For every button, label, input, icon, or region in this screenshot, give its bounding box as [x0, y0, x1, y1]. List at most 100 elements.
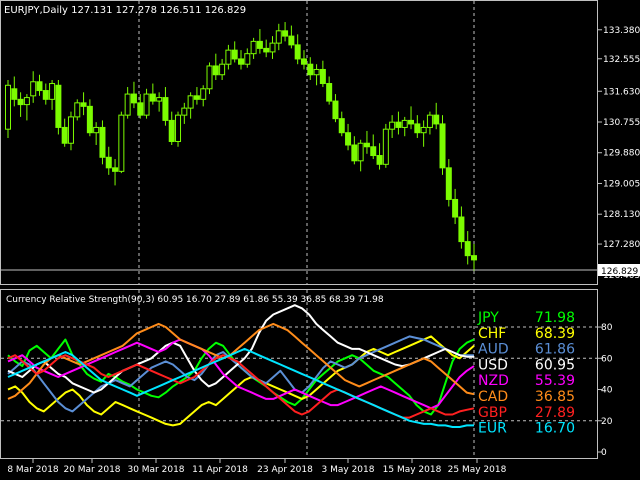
- price-panel[interactable]: EURJPY,Daily 127.131 127.278 126.511 126…: [0, 0, 640, 285]
- legend-value: 68.39: [535, 326, 575, 342]
- candle-body: [5, 84, 11, 130]
- candle-body: [263, 47, 270, 53]
- candle-body: [426, 114, 433, 128]
- candle-body: [357, 142, 364, 162]
- legend-currency: AUD: [478, 342, 509, 358]
- candle-body: [93, 126, 100, 134]
- date-tick-label: 8 Mar 2018: [7, 465, 59, 475]
- candle-body: [99, 126, 106, 158]
- candle-body: [193, 95, 200, 100]
- candle-body: [206, 65, 213, 90]
- price-tick-label: 129.880: [603, 149, 640, 159]
- candle-body: [363, 142, 370, 148]
- candle-body: [370, 146, 377, 157]
- legend-value: 27.89: [535, 405, 575, 421]
- date-tick-label: 30 Mar 2018: [127, 465, 184, 475]
- legend-currency: USD: [478, 357, 508, 373]
- candle-body: [86, 105, 93, 134]
- candle-body: [307, 63, 314, 76]
- legend-currency: EUR: [478, 421, 507, 437]
- candle-body: [389, 121, 396, 130]
- candle-body: [175, 114, 182, 142]
- candle-body: [118, 114, 125, 172]
- candle-body: [225, 49, 232, 65]
- candle-body: [200, 88, 207, 100]
- date-tick-label: 20 Mar 2018: [63, 465, 120, 475]
- candle-body: [80, 102, 87, 107]
- candle-body: [105, 156, 112, 169]
- price-tick-label: 131.630: [603, 87, 640, 97]
- date-tick-label: 25 May 2018: [448, 465, 507, 475]
- date-axis: 8 Mar 2018 20 Mar 2018 30 Mar 2018 11 Apr 2…: [7, 459, 507, 475]
- candle-body: [351, 144, 358, 162]
- last-price-label: 126.829: [601, 267, 638, 277]
- date-tick-label: 23 Apr 2018: [257, 465, 313, 475]
- candle-body: [244, 53, 251, 65]
- price-panel-title: EURJPY,Daily 127.131 127.278 126.511 126…: [4, 5, 246, 16]
- candle-body: [162, 97, 169, 121]
- candle-body: [55, 84, 62, 128]
- legend-currency: GBP: [478, 405, 507, 421]
- legend-value: 71.98: [535, 310, 575, 326]
- candle-body: [231, 49, 238, 60]
- level-tick-label: 40: [601, 386, 613, 396]
- candle-body: [36, 81, 43, 92]
- candle-body: [61, 126, 68, 144]
- candle-body: [464, 241, 471, 257]
- candle-body: [408, 119, 415, 125]
- candle-body: [30, 81, 37, 97]
- candle-body: [67, 116, 74, 144]
- candle-body: [452, 198, 459, 218]
- candle-body: [445, 167, 452, 200]
- candle-body: [212, 65, 219, 76]
- candle-body: [74, 102, 81, 118]
- candle-body: [130, 93, 137, 104]
- price-tick-label: 127.280: [603, 240, 640, 250]
- candle-body: [11, 88, 18, 100]
- candle-body: [288, 35, 295, 46]
- candle-body: [112, 167, 119, 172]
- level-tick-label: 20: [601, 417, 613, 427]
- price-tick-label: 128.130: [603, 210, 640, 220]
- candle-body: [458, 216, 465, 243]
- candle-body: [275, 30, 282, 44]
- legend-currency: JPY: [477, 310, 499, 326]
- candle-body: [219, 63, 226, 76]
- candle-body: [187, 95, 194, 109]
- candle-body: [338, 118, 345, 134]
- price-tick-label: 132.555: [603, 55, 640, 65]
- candle-body: [313, 68, 320, 76]
- candle-body: [471, 255, 477, 261]
- legend-value: 36.85: [535, 389, 575, 405]
- legend-currency: CAD: [478, 389, 508, 405]
- candle-body: [376, 155, 383, 165]
- level-tick-label: 60: [601, 354, 613, 364]
- candle-body: [124, 93, 131, 116]
- indicator-panel-title: Currency Relative Strength(90,3) 60.95 1…: [6, 295, 384, 305]
- candle-body: [250, 40, 257, 55]
- date-tick-label: 15 May 2018: [383, 465, 442, 475]
- candle-body: [332, 100, 339, 120]
- candle-body: [439, 123, 446, 169]
- candle-body: [49, 83, 56, 100]
- candle-body: [17, 98, 24, 106]
- date-tick-label: 11 Apr 2018: [192, 465, 248, 475]
- indicator-axis: 80 60 40 20 0: [598, 323, 613, 458]
- legend-value: 55.39: [535, 373, 575, 389]
- candle-body: [395, 121, 402, 128]
- legend-value: 61.86: [535, 342, 575, 358]
- candle-body: [433, 114, 440, 125]
- price-tick-label: 133.380: [603, 26, 640, 36]
- candle-body: [143, 93, 150, 116]
- chart-canvas[interactable]: EURJPY,Daily 127.131 127.278 126.511 126…: [0, 0, 640, 480]
- price-tick-label: 130.755: [603, 118, 640, 128]
- candle-body: [269, 42, 276, 53]
- indicator-panel[interactable]: Currency Relative Strength(90,3) 60.95 1…: [0, 289, 613, 459]
- level-tick-label: 0: [601, 448, 607, 458]
- candle-body: [319, 68, 326, 85]
- price-axis: 133.380 132.555 131.630 130.755 129.880 129.0…: [598, 26, 640, 281]
- candle-body: [156, 97, 163, 102]
- candle-body: [23, 97, 30, 106]
- candle-body: [181, 107, 188, 116]
- candle-body: [294, 44, 301, 60]
